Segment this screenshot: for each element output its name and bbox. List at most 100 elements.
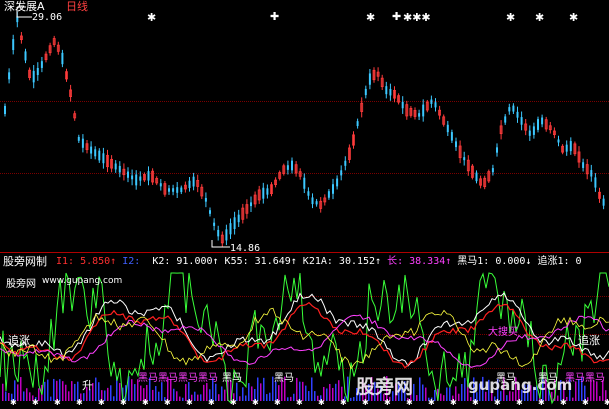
candlestick[interactable] bbox=[81, 134, 84, 153]
candlestick[interactable] bbox=[512, 103, 515, 114]
candlestick[interactable] bbox=[139, 171, 142, 186]
candlestick[interactable] bbox=[142, 172, 146, 182]
candlestick[interactable] bbox=[573, 141, 577, 157]
candlestick[interactable] bbox=[364, 85, 367, 99]
candlestick[interactable] bbox=[180, 185, 183, 195]
candlestick[interactable] bbox=[282, 163, 286, 176]
candlestick[interactable] bbox=[94, 146, 97, 160]
candlestick[interactable] bbox=[528, 125, 531, 141]
candlestick[interactable] bbox=[200, 184, 204, 200]
candlestick[interactable] bbox=[487, 169, 491, 184]
candlestick[interactable] bbox=[430, 95, 433, 108]
candlestick[interactable] bbox=[438, 105, 442, 120]
candlestick[interactable] bbox=[237, 209, 240, 227]
candlestick[interactable] bbox=[577, 146, 581, 168]
candlestick[interactable] bbox=[286, 160, 289, 175]
candlestick[interactable] bbox=[28, 67, 32, 81]
candlestick[interactable] bbox=[537, 116, 539, 133]
candlestick[interactable] bbox=[172, 184, 175, 196]
candlestick[interactable] bbox=[491, 164, 494, 176]
candlestick[interactable] bbox=[163, 181, 167, 197]
candlestick[interactable] bbox=[241, 203, 245, 224]
candlestick[interactable] bbox=[147, 166, 150, 186]
candlestick[interactable] bbox=[590, 164, 593, 182]
candlestick[interactable] bbox=[372, 67, 376, 83]
candlestick[interactable] bbox=[159, 179, 162, 191]
candlestick[interactable] bbox=[122, 163, 126, 181]
candlestick[interactable] bbox=[475, 170, 478, 184]
candlestick[interactable] bbox=[401, 96, 404, 114]
candlestick[interactable] bbox=[483, 175, 487, 190]
candlestick[interactable] bbox=[413, 107, 417, 120]
candlestick[interactable] bbox=[245, 199, 249, 219]
candlestick[interactable] bbox=[213, 218, 216, 231]
candlestick[interactable] bbox=[368, 68, 371, 90]
candlestick[interactable] bbox=[65, 68, 68, 82]
candlestick[interactable] bbox=[598, 187, 601, 203]
candlestick[interactable] bbox=[52, 35, 56, 48]
candlestick[interactable] bbox=[470, 164, 474, 180]
candlestick[interactable] bbox=[565, 140, 568, 156]
candlestick[interactable] bbox=[204, 192, 207, 208]
candlestick[interactable] bbox=[262, 182, 265, 204]
candlestick[interactable] bbox=[442, 114, 446, 127]
candlestick[interactable] bbox=[278, 170, 282, 181]
candlestick[interactable] bbox=[455, 137, 457, 151]
candlestick[interactable] bbox=[327, 189, 330, 200]
candlestick[interactable] bbox=[4, 103, 6, 117]
candlestick[interactable] bbox=[303, 173, 306, 194]
candlestick[interactable] bbox=[110, 155, 113, 173]
candlestick[interactable] bbox=[135, 170, 138, 190]
candlestick[interactable] bbox=[250, 196, 252, 212]
candlestick[interactable] bbox=[557, 135, 560, 147]
candlestick[interactable] bbox=[332, 178, 334, 200]
candlestick[interactable] bbox=[131, 169, 134, 186]
candlestick[interactable] bbox=[418, 109, 421, 121]
candlestick[interactable] bbox=[24, 48, 27, 64]
candlestick[interactable] bbox=[393, 86, 396, 103]
candlestick[interactable] bbox=[12, 34, 15, 55]
candlestick[interactable] bbox=[168, 185, 170, 195]
candlestick[interactable] bbox=[561, 144, 564, 155]
candlestick-chart[interactable] bbox=[0, 0, 609, 252]
candlestick[interactable] bbox=[298, 168, 302, 180]
candlestick[interactable] bbox=[48, 42, 52, 56]
candlestick[interactable] bbox=[257, 185, 261, 204]
candlestick[interactable] bbox=[425, 99, 429, 113]
candlestick[interactable] bbox=[127, 167, 129, 183]
candlestick[interactable] bbox=[446, 120, 449, 136]
candlestick[interactable] bbox=[409, 106, 413, 118]
candlestick[interactable] bbox=[36, 62, 39, 81]
candlestick[interactable] bbox=[188, 177, 191, 192]
candlestick[interactable] bbox=[553, 127, 556, 139]
candlestick[interactable] bbox=[77, 134, 80, 143]
candlestick[interactable] bbox=[98, 148, 101, 163]
candlestick[interactable] bbox=[360, 97, 364, 118]
candlestick[interactable] bbox=[516, 106, 519, 123]
candlestick[interactable] bbox=[479, 175, 483, 189]
candlestick[interactable] bbox=[340, 165, 343, 181]
candlestick[interactable] bbox=[602, 195, 605, 210]
candlestick[interactable] bbox=[90, 141, 93, 159]
candlestick[interactable] bbox=[106, 149, 109, 173]
candlestick[interactable] bbox=[294, 161, 298, 177]
candlestick[interactable] bbox=[253, 191, 257, 208]
candlestick[interactable] bbox=[233, 211, 236, 235]
candlestick[interactable] bbox=[548, 121, 552, 134]
candlestick[interactable] bbox=[102, 147, 105, 169]
candlestick[interactable] bbox=[508, 103, 511, 115]
candlestick[interactable] bbox=[8, 68, 11, 84]
candlestick[interactable] bbox=[315, 198, 318, 207]
candlestick[interactable] bbox=[532, 122, 535, 139]
candlestick[interactable] bbox=[422, 99, 425, 122]
candlestick[interactable] bbox=[504, 114, 507, 125]
candlestick[interactable] bbox=[229, 218, 232, 240]
candlestick[interactable] bbox=[356, 118, 359, 129]
candlestick[interactable] bbox=[56, 41, 60, 55]
candlestick[interactable] bbox=[450, 129, 453, 144]
candlestick[interactable] bbox=[19, 31, 23, 44]
candlestick[interactable] bbox=[466, 155, 470, 176]
candlestick[interactable] bbox=[544, 116, 548, 132]
candlestick[interactable] bbox=[434, 98, 437, 112]
candlestick[interactable] bbox=[176, 182, 179, 198]
